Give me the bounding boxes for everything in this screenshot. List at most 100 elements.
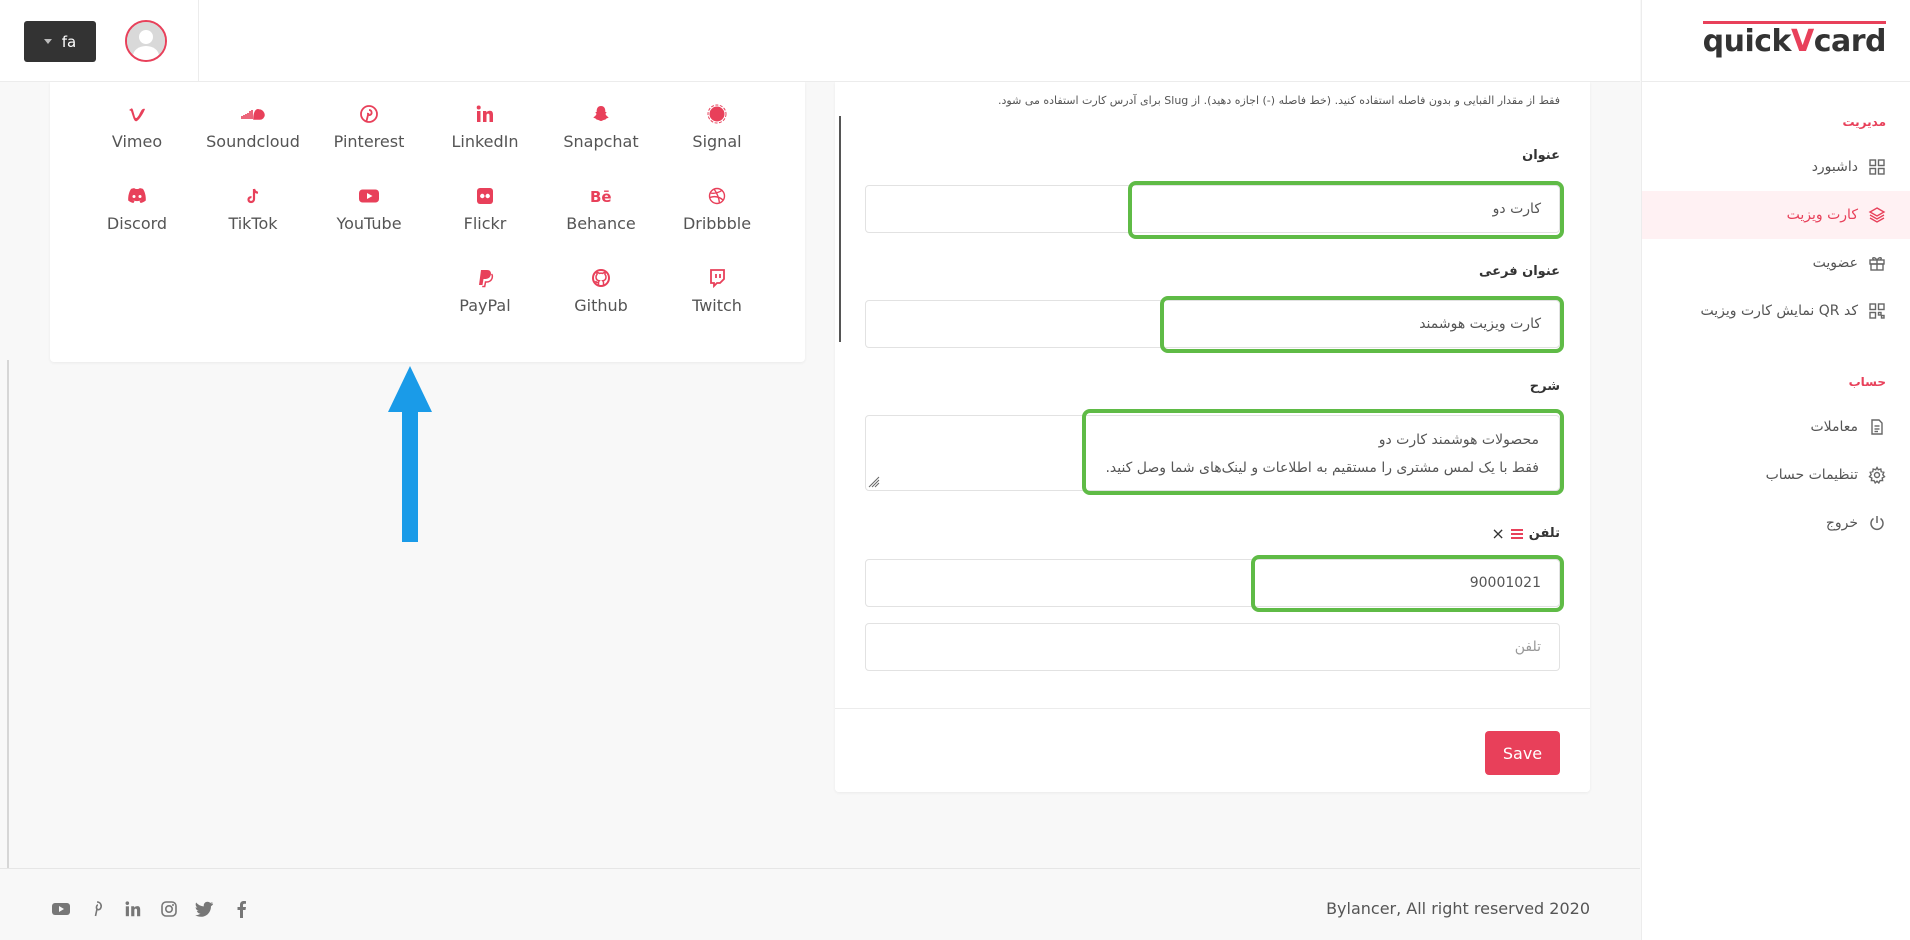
social-label: PayPal [459, 296, 511, 315]
description-textarea[interactable]: محصولات هوشمند کارت دو فقط با یک لمس مشت… [865, 415, 1560, 491]
description-line-2: فقط با یک لمس مشتری را مستقیم به اطلاعات… [1105, 460, 1539, 476]
dashboard-icon [1869, 159, 1885, 175]
social-links-panel: Vimeo Soundcloud Pinterest LinkedIn Snap… [50, 82, 805, 362]
social-item-linkedin[interactable]: LinkedIn [427, 102, 543, 151]
phone-value: 90001021 [1469, 575, 1541, 591]
sidebar-item-dashboard[interactable]: داشبورد [1642, 143, 1910, 191]
remove-field-icon[interactable]: × [1491, 524, 1504, 543]
youtube-icon [359, 189, 379, 203]
social-item-soundcloud[interactable]: Soundcloud [195, 102, 311, 151]
title-input[interactable]: کارت دو [865, 185, 1560, 233]
user-avatar[interactable] [125, 20, 167, 62]
phone-placeholder: تلفن [1514, 639, 1541, 655]
social-label: Behance [566, 214, 636, 233]
sidebar-item-membership[interactable]: عضویت [1642, 239, 1910, 287]
subtitle-value: کارت ویزیت هوشمند [1419, 316, 1541, 332]
youtube-icon[interactable] [50, 899, 72, 919]
save-button[interactable]: Save [1485, 731, 1560, 775]
phone-label: تلفن [1528, 526, 1560, 541]
social-label: Snapchat [563, 132, 639, 151]
social-item-twitch[interactable]: Twitch [659, 266, 775, 315]
soundcloud-icon [241, 109, 265, 120]
social-label: Twitch [692, 296, 742, 315]
social-item-pinterest[interactable]: Pinterest [311, 102, 427, 151]
sidebar-item-label: تنظیمات حساب [1765, 467, 1858, 483]
phone-input[interactable]: 90001021 [865, 559, 1560, 607]
form-footer: Save [835, 708, 1590, 792]
linkedin-icon [476, 105, 493, 122]
document-icon [1871, 419, 1883, 435]
sidebar-item-label: معاملات [1810, 419, 1858, 435]
form-scrollbar[interactable] [839, 116, 841, 342]
phone-field-header: تلفن × [1491, 524, 1560, 543]
language-dropdown[interactable]: fa [24, 21, 96, 62]
social-label: Dribbble [682, 214, 752, 233]
social-label: Signal [692, 132, 742, 151]
avatar-silhouette-icon [127, 22, 165, 60]
social-item-discord[interactable]: Discord [79, 184, 195, 233]
logo[interactable]: quickVcard [1702, 21, 1887, 59]
social-label: Soundcloud [206, 132, 300, 151]
logo-bar [1702, 21, 1886, 24]
social-item-behance[interactable]: Bē Behance [543, 184, 659, 233]
subtitle-label: عنوان فرعی [1478, 264, 1560, 279]
sidebar-section-account: حساب [1848, 375, 1886, 389]
logo-text-v: V [1790, 24, 1814, 59]
facebook-icon[interactable] [230, 899, 252, 919]
social-item-paypal[interactable]: PayPal [427, 266, 543, 315]
pinterest-icon [360, 105, 378, 123]
resize-grip-icon[interactable] [868, 476, 880, 488]
social-item-youtube[interactable]: YouTube [311, 184, 427, 233]
subtitle-input[interactable]: کارت ویزیت هوشمند [865, 300, 1560, 348]
sidebar-item-business-card[interactable]: کارت ویزیت [1642, 191, 1910, 239]
top-header: fa [0, 0, 1640, 82]
logo-text-card: card [1813, 24, 1887, 59]
header-divider [198, 0, 199, 82]
social-item-flickr[interactable]: Flickr [427, 184, 543, 233]
social-label: Vimeo [111, 132, 163, 151]
sidebar-item-label: خروج [1825, 515, 1858, 531]
social-item-tiktok[interactable]: TikTok [195, 184, 311, 233]
pinterest-icon[interactable] [86, 899, 108, 919]
page-scrollbar[interactable] [7, 360, 9, 870]
layers-icon [1868, 207, 1886, 223]
description-line-1: محصولات هوشمند کارت دو [1378, 432, 1539, 448]
power-icon [1870, 516, 1884, 531]
github-icon [592, 269, 610, 287]
sidebar-item-logout[interactable]: خروج [1642, 499, 1910, 547]
sidebar-item-transactions[interactable]: معاملات [1642, 403, 1910, 451]
sidebar-item-qr[interactable]: کد QR نمایش کارت ویزیت [1642, 287, 1910, 335]
social-label: Flickr [463, 214, 507, 233]
sidebar-item-account-settings[interactable]: تنظیمات حساب [1642, 451, 1910, 499]
tiktok-icon [247, 188, 259, 204]
vimeo-icon [129, 108, 145, 122]
social-label: TikTok [228, 214, 278, 233]
logo-text-quick: quick [1702, 24, 1792, 59]
social-label: YouTube [336, 214, 402, 233]
social-label: Pinterest [333, 132, 405, 151]
social-label: Github [574, 296, 628, 315]
caret-down-icon [43, 39, 52, 44]
snapchat-icon [593, 106, 609, 122]
twitter-icon[interactable] [194, 899, 216, 919]
footer-social-icons [50, 899, 252, 919]
twitch-icon [710, 269, 725, 288]
sidebar-item-label: کد QR نمایش کارت ویزیت [1700, 303, 1858, 319]
social-item-snapchat[interactable]: Snapchat [543, 102, 659, 151]
social-item-github[interactable]: Github [543, 266, 659, 315]
dribbble-icon [708, 187, 726, 205]
phone-new-input[interactable]: تلفن [865, 623, 1560, 671]
sidebar-item-label: داشبورد [1811, 159, 1858, 175]
linkedin-icon[interactable] [122, 899, 144, 919]
sidebar-section-admin: مدیریت [1842, 115, 1886, 129]
paypal-icon [479, 270, 494, 288]
copyright-text: Bylancer, All right reserved 2020 [1326, 899, 1590, 918]
social-item-signal[interactable]: Signal [659, 102, 775, 151]
social-item-vimeo[interactable]: Vimeo [79, 102, 195, 151]
drag-menu-icon[interactable] [1510, 528, 1523, 539]
social-item-dribbble[interactable]: Dribbble [659, 184, 775, 233]
sidebar-item-label: عضویت [1812, 255, 1858, 271]
instagram-icon[interactable] [158, 899, 180, 919]
description-label: شرح [1529, 379, 1560, 394]
signal-icon [707, 104, 727, 124]
